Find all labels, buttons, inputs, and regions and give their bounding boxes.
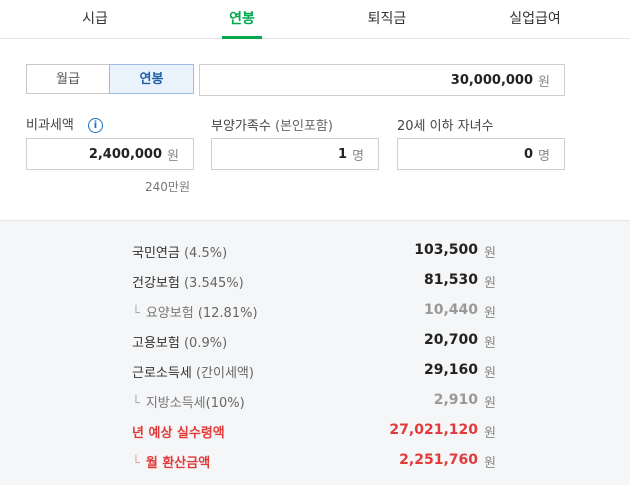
dependents-unit: 명	[352, 148, 364, 164]
result-row-longterm-care: └ 요양보험 (12.81%) 10,440 원	[0, 302, 630, 324]
toggle-label: 연봉	[139, 72, 164, 87]
toggle-label: 월급	[56, 72, 80, 87]
tab-severance[interactable]: 퇴직금	[352, 0, 422, 38]
result-row-income-tax: 근로소득세 (간이세액) 29,160 원	[0, 362, 630, 384]
tab-unemployment[interactable]: 실업급여	[495, 0, 575, 38]
won-unit: 원	[484, 276, 496, 291]
tab-label: 시급	[82, 11, 108, 27]
tab-annual[interactable]: 연봉	[222, 0, 262, 39]
nontax-hint: 240만원	[145, 180, 190, 194]
result-row-local-tax: └ 지방소득세(10%) 2,910 원	[0, 392, 630, 414]
result-amount: 2,910	[433, 392, 478, 408]
result-name: 근로소득세 (간이세액)	[132, 366, 254, 381]
tab-label: 연봉	[229, 11, 255, 27]
result-name: └ 지방소득세(10%)	[132, 396, 245, 411]
result-row-employment: 고용보험 (0.9%) 20,700 원	[0, 332, 630, 354]
salary-value: 30,000,000	[450, 72, 534, 88]
result-row-pension: 국민연금 (4.5%) 103,500 원	[0, 242, 630, 264]
result-amount: 29,160	[423, 362, 478, 378]
result-row-health: 건강보험 (3.545%) 81,530 원	[0, 272, 630, 294]
children-value: 0	[523, 146, 534, 162]
result-amount: 103,500	[414, 242, 478, 258]
result-name: └ 월 환산금액	[132, 456, 211, 471]
dependents-label-row: 부양가족수 (본인포함)	[211, 115, 333, 134]
sub-item-corner-icon: └	[132, 306, 140, 321]
won-unit: 원	[484, 366, 496, 381]
tab-hourly[interactable]: 시급	[60, 0, 130, 38]
result-name: 국민연금 (4.5%)	[132, 246, 228, 261]
won-unit: 원	[484, 396, 496, 411]
result-amount: 81,530	[423, 272, 478, 288]
dependents-label: 부양가족수	[211, 119, 271, 134]
won-unit: 원	[484, 306, 496, 321]
nontax-label: 비과세액	[26, 118, 74, 133]
nontax-label-row: 비과세액 i	[26, 114, 103, 133]
result-amount: 2,251,760	[399, 452, 478, 468]
tab-label: 퇴직금	[367, 11, 407, 27]
result-amount: 27,021,120	[389, 422, 478, 438]
children-input[interactable]: 0 명	[397, 138, 565, 170]
sub-item-corner-icon: └	[132, 456, 140, 471]
nontax-unit: 원	[167, 148, 179, 164]
children-label: 20세 이하 자녀수	[397, 119, 494, 134]
won-unit: 원	[484, 456, 496, 471]
result-name: 고용보험 (0.9%)	[132, 336, 228, 351]
children-unit: 명	[538, 148, 550, 164]
result-name: └ 요양보험 (12.81%)	[132, 306, 258, 321]
dependents-value: 1	[337, 146, 348, 162]
result-name: 건강보험 (3.545%)	[132, 276, 244, 291]
result-row-monthly-net: └ 월 환산금액 2,251,760 원	[0, 452, 630, 474]
tab-label: 실업급여	[509, 11, 561, 27]
result-name: 년 예상 실수령액	[132, 426, 225, 441]
info-icon[interactable]: i	[87, 118, 103, 133]
dependents-label-sub: (본인포함)	[274, 119, 333, 134]
salary-unit: 원	[538, 74, 550, 90]
won-unit: 원	[484, 336, 496, 351]
calculator-tabs: 시급 연봉 퇴직금 실업급여	[0, 0, 630, 39]
dependents-input[interactable]: 1 명	[211, 138, 379, 170]
annual-toggle-button[interactable]: 연봉	[109, 64, 194, 94]
salary-input[interactable]: 30,000,000 원	[199, 64, 565, 96]
result-amount: 10,440	[423, 302, 478, 318]
nontax-input[interactable]: 2,400,000 원	[26, 138, 194, 170]
won-unit: 원	[484, 246, 496, 261]
sub-item-corner-icon: └	[132, 396, 140, 411]
result-amount: 20,700	[423, 332, 478, 348]
result-row-annual-net: 년 예상 실수령액 27,021,120 원	[0, 422, 630, 444]
monthly-toggle-button[interactable]: 월급	[26, 64, 110, 94]
nontax-value: 2,400,000	[88, 146, 163, 162]
won-unit: 원	[484, 426, 496, 441]
